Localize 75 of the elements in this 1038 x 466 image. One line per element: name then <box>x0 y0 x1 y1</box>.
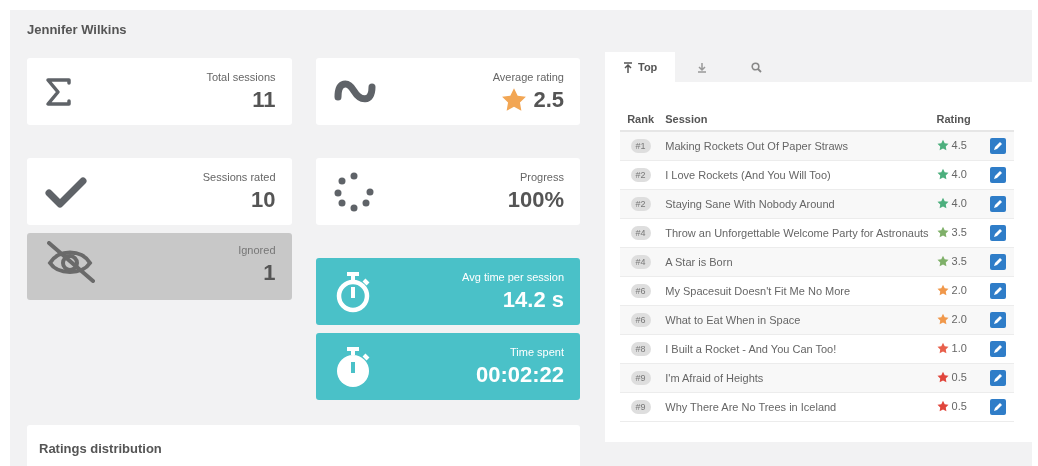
upload-arrow-icon <box>623 61 633 73</box>
stat-label: Progress <box>519 170 564 183</box>
rank-badge: #9 <box>630 371 651 385</box>
stat-label: Ignored <box>238 244 276 256</box>
download-icon <box>697 61 708 73</box>
session-title: What to Eat When in Space <box>661 305 933 335</box>
session-title: I Love Rockets (And You Will Too) <box>661 160 933 190</box>
session-title: Making Rockets Out Of Paper Straws <box>661 131 933 161</box>
session-title: I Built a Rocket - And You Can Too! <box>661 334 933 364</box>
rank-badge: #2 <box>630 168 651 182</box>
edit-button[interactable] <box>989 138 1006 154</box>
edit-button[interactable] <box>989 312 1006 328</box>
wave-icon <box>333 78 376 105</box>
card-title: Ratings distribution <box>39 441 162 456</box>
edit-button[interactable] <box>989 283 1006 299</box>
stat-label: Average rating <box>492 70 564 83</box>
pencil-icon <box>992 344 1003 354</box>
pencil-icon <box>992 286 1003 296</box>
rating-value: 3.5 <box>951 226 967 238</box>
pencil-icon <box>992 170 1003 180</box>
session-title: A Star is Born <box>661 247 933 277</box>
pencil-icon <box>992 315 1003 325</box>
user-name: Jennifer Wilkins <box>27 22 128 39</box>
pencil-icon <box>992 199 1003 209</box>
edit-button[interactable] <box>989 225 1006 241</box>
stat-value: 10 <box>251 186 276 213</box>
edit-button[interactable] <box>989 341 1006 357</box>
rank-badge: #4 <box>630 255 651 269</box>
rank-badge: #6 <box>630 284 651 298</box>
sigma-icon <box>45 76 71 107</box>
rating-value: 2.0 <box>951 284 967 296</box>
rating-value: 1.0 <box>951 342 967 354</box>
edit-button[interactable] <box>989 370 1006 386</box>
stat-value: 14.2 s <box>502 286 564 313</box>
rating-value: 4.0 <box>951 197 967 209</box>
edit-button[interactable] <box>989 167 1006 183</box>
rating-value: 0.5 <box>951 400 967 412</box>
pencil-icon <box>992 228 1003 238</box>
eye-slash-icon <box>45 241 95 283</box>
stat-label: Avg time per session <box>462 270 564 283</box>
stat-label: Total sessions <box>206 70 276 83</box>
rank-badge: #9 <box>630 400 651 414</box>
rating-value: 3.5 <box>951 255 967 267</box>
session-title: Throw an Unforgettable Welcome Party for Astronauts <box>661 218 933 248</box>
edit-button[interactable] <box>989 254 1006 270</box>
session-title: Staying Sane With Nobody Around <box>661 189 933 219</box>
stat-value: 00:02:22 <box>475 361 564 388</box>
stat-label: Time spent <box>510 345 564 358</box>
stat-value: 2.5 <box>533 86 564 113</box>
pencil-icon <box>992 141 1003 151</box>
stat-value: 1 <box>263 260 276 286</box>
rating-value: 4.0 <box>951 168 967 180</box>
session-title: I'm Afraid of Heights <box>661 363 933 393</box>
rating-value: 0.5 <box>951 371 967 383</box>
check-icon <box>45 175 87 208</box>
pencil-icon <box>992 373 1003 383</box>
rank-badge: #1 <box>630 139 651 153</box>
stat-value: 11 <box>252 86 276 113</box>
edit-button[interactable] <box>989 399 1006 415</box>
search-icon <box>751 61 763 73</box>
session-title: Why There Are No Trees in Iceland <box>661 392 933 422</box>
stat-value: 100% <box>507 186 564 213</box>
pencil-icon <box>992 402 1003 412</box>
session-title: My Spacesuit Doesn't Fit Me No More <box>661 276 933 306</box>
pencil-icon <box>992 257 1003 267</box>
rank-badge: #4 <box>630 226 651 240</box>
spinner-icon <box>333 171 374 212</box>
rank-badge: #6 <box>630 313 651 327</box>
rating-value: 2.0 <box>951 313 967 325</box>
edit-button[interactable] <box>989 196 1006 212</box>
rank-badge: #8 <box>630 342 651 356</box>
tab[interactable]: Top <box>605 52 676 82</box>
rank-badge: #2 <box>630 197 651 211</box>
stat-label: Sessions rated <box>202 170 276 183</box>
rating-value: 4.5 <box>951 139 967 151</box>
